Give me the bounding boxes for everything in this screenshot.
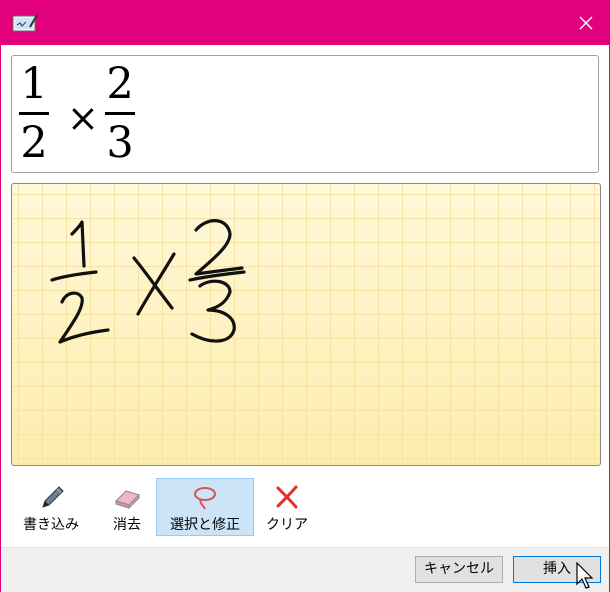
fraction-numerator: 1	[20, 59, 48, 109]
recognized-math-preview: 1 2 × 2 3	[11, 55, 599, 173]
eraser-icon	[113, 483, 141, 511]
mouse-cursor-icon	[576, 562, 594, 589]
fraction-denominator: 2	[20, 118, 48, 168]
handwriting-canvas[interactable]	[11, 183, 601, 466]
handwritten-ink	[50, 219, 246, 344]
close-button[interactable]	[563, 1, 609, 45]
close-icon	[579, 16, 593, 30]
tool-write-button[interactable]: 書き込み	[11, 478, 91, 536]
dialog-footer: キャンセル 挿入	[1, 547, 609, 592]
fraction-two-thirds: 2 3	[105, 60, 135, 167]
tool-erase-button[interactable]: 消去	[95, 478, 159, 536]
tool-select-correct-button[interactable]: 選択と修正	[156, 478, 254, 536]
cancel-button[interactable]: キャンセル	[415, 556, 503, 583]
clear-x-icon	[273, 483, 301, 511]
fraction-denominator: 3	[106, 118, 134, 168]
math-input-panel-icon	[12, 13, 38, 33]
math-input-panel-window: 1 2 × 2 3 書き込み 消去 選択と修正 クリア キャンセル 挿入	[0, 0, 610, 592]
fraction-bar	[105, 112, 135, 115]
tool-write-label: 書き込み	[23, 517, 79, 533]
title-bar	[1, 1, 609, 45]
fraction-one-half: 1 2	[19, 60, 49, 167]
tool-select-correct-label: 選択と修正	[170, 517, 240, 533]
tool-clear-button[interactable]: クリア	[255, 478, 319, 536]
fraction-numerator: 2	[106, 59, 134, 109]
multiply-operator: ×	[67, 96, 99, 140]
tool-erase-label: 消去	[113, 517, 141, 533]
fraction-bar	[19, 112, 49, 115]
tool-clear-label: クリア	[266, 517, 308, 533]
lasso-select-icon	[191, 483, 219, 511]
pen-icon	[37, 483, 65, 511]
